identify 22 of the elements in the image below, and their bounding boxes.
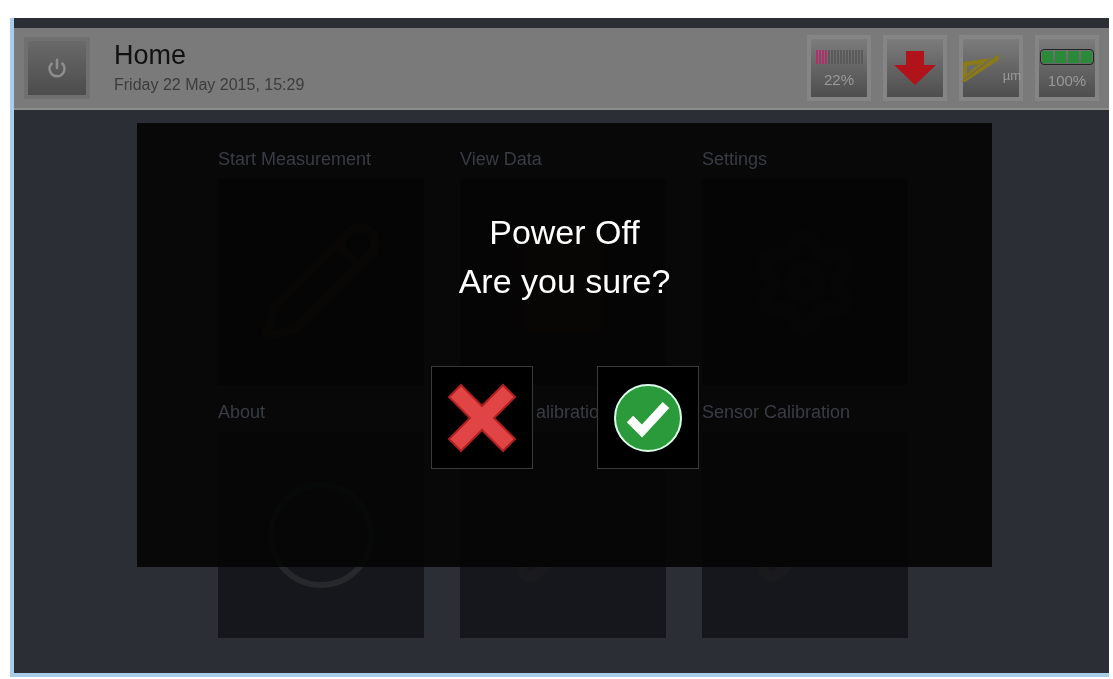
page-title: Home — [114, 39, 188, 73]
battery-reading: 100% — [1047, 72, 1087, 88]
check-icon — [612, 382, 683, 453]
dialog-title: Power Off — [489, 212, 640, 253]
tile-label: Sensor Calibration — [702, 401, 851, 424]
confirm-button[interactable] — [596, 366, 699, 469]
status-button[interactable]: µm — [959, 35, 1023, 101]
close-icon — [446, 382, 517, 453]
status-button[interactable]: 22% — [807, 35, 871, 101]
down-arrow-icon — [894, 51, 936, 85]
tile-label: Settings — [702, 148, 768, 171]
tile-label: View Data — [460, 148, 542, 171]
date-time: Friday 22 May 2015, 15:29 — [114, 74, 305, 95]
signal-reading: 22% — [824, 71, 854, 87]
dialog-message: Are you sure? — [458, 260, 671, 302]
tile-label: About — [218, 401, 266, 424]
status-button[interactable]: 100% — [1035, 35, 1099, 101]
power-icon — [47, 58, 67, 78]
cancel-button[interactable] — [430, 366, 533, 469]
tile-label: Start Measurement — [218, 148, 372, 171]
unit-label: µm — [1002, 69, 1022, 82]
tile-label: alibratio — [536, 401, 600, 424]
